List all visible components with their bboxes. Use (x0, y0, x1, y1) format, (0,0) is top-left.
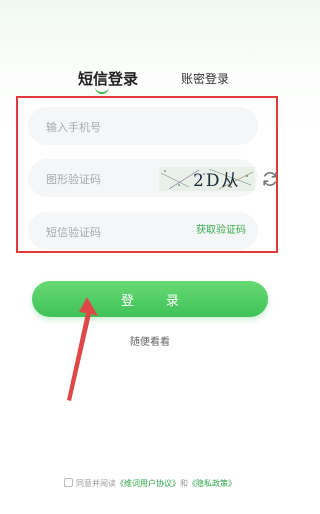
get-code-button[interactable]: 获取验证码 (196, 212, 246, 250)
phone-input[interactable] (44, 107, 158, 147)
annotation-arrow (67, 297, 98, 401)
captcha-text: 2D从 (193, 171, 240, 191)
captcha-field: 2D从 (28, 159, 277, 199)
refresh-icon[interactable] (260, 169, 280, 189)
login-tabs: 短信登录 账密登录 (0, 68, 300, 98)
agreement-and: 和 (180, 479, 188, 488)
agreement-row: 同意并阅读《维词用户协议》和《隐私政策》 (0, 478, 300, 489)
user-agreement-link[interactable]: 《维词用户协议》 (116, 479, 180, 488)
captcha-input[interactable] (44, 159, 158, 199)
captcha-image[interactable]: 2D从 (159, 167, 255, 191)
sms-code-input[interactable] (44, 212, 158, 252)
tab-active-indicator (95, 84, 109, 94)
privacy-policy-link[interactable]: 《隐私政策》 (188, 479, 236, 488)
tab-password-login[interactable]: 账密登录 (181, 70, 229, 87)
checkbox-icon[interactable] (64, 478, 73, 487)
browse-link[interactable]: 随便看看 (0, 333, 300, 348)
sms-code-field: 获取验证码 (28, 212, 258, 252)
phone-field (28, 107, 258, 147)
agreement-prefix: 同意并阅读 (76, 479, 116, 488)
